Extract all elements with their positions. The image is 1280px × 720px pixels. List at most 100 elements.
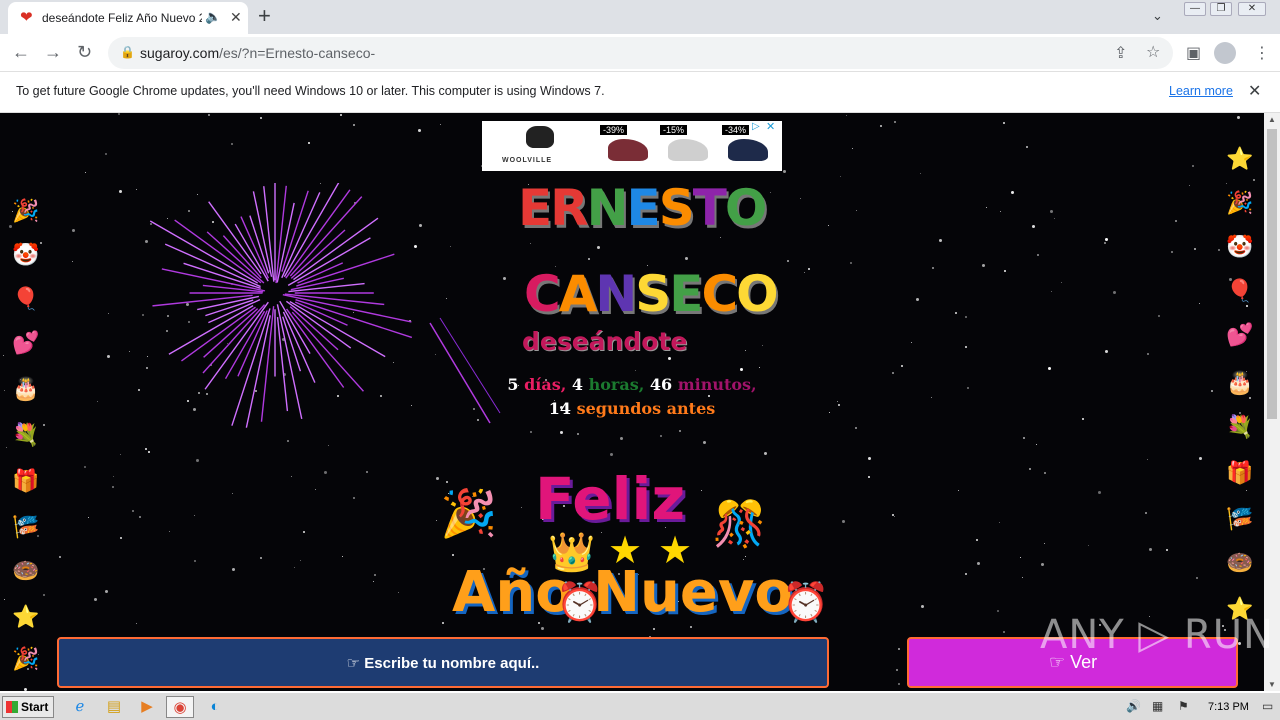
show-desktop-icon[interactable]: ▭	[1262, 699, 1273, 713]
learn-more-link[interactable]: Learn more	[1169, 84, 1233, 98]
scroll-up-icon[interactable]: ▲	[1268, 115, 1276, 124]
star-icon: ⭐	[1226, 146, 1254, 171]
bunting-icon: 🎏	[12, 514, 40, 539]
lock-icon[interactable]: 🔒	[120, 45, 135, 59]
update-infobar: To get future Google Chrome updates, you…	[0, 72, 1280, 113]
balloons-icon: 🎈	[1226, 278, 1254, 303]
party-popper-icon: 🎉	[12, 646, 40, 671]
name-input-label: ☞ Escribe tu nombre aquí..	[346, 655, 540, 672]
windows-taskbar: Start ℯ ▤ ▶ ◉ ◐ 🔊 ▦ ⚑ 7:13 PM ▭	[0, 692, 1280, 720]
windows-logo-icon	[6, 701, 18, 713]
flowers-icon: 💐	[12, 422, 40, 447]
anyrun-watermark: ANY ▷ RUN	[1040, 612, 1274, 658]
browser-toolbar: ← → ↻ 🔒 sugaroy.com/es/?n=Ernesto-cansec…	[0, 34, 1280, 72]
advertisement-banner[interactable]: WOOLVILLE -39% -15% -34% ▷ ✕	[482, 121, 782, 171]
last-name-heading: CANSECO	[524, 265, 779, 323]
seconds-label: segundos antes	[576, 399, 716, 418]
share-icon[interactable]: ⇪	[1114, 43, 1127, 63]
page-scrollbar[interactable]: ▲ ▼	[1264, 113, 1280, 691]
scroll-thumb[interactable]	[1267, 129, 1277, 419]
clock[interactable]: 7:13 PM	[1208, 701, 1249, 713]
days-number: 5	[507, 375, 519, 394]
reload-icon[interactable]: ↻	[77, 42, 92, 62]
side-panel-icon[interactable]: ▣	[1186, 43, 1201, 63]
profile-avatar[interactable]	[1214, 42, 1236, 64]
gift-icon: 🎁	[1226, 460, 1254, 485]
seconds-number: 14	[548, 399, 572, 418]
start-button[interactable]: Start	[2, 696, 54, 718]
hearts-icon: 💕	[1226, 322, 1254, 347]
balloons-icon: 🎈	[12, 286, 40, 311]
firework-burst	[149, 183, 413, 428]
days-label: días,	[524, 375, 567, 394]
infobar-message: To get future Google Chrome updates, you…	[16, 84, 605, 98]
volume-icon[interactable]: 🔊	[1126, 699, 1141, 713]
bookmark-star-icon[interactable]: ☆	[1146, 42, 1160, 62]
chrome-icon[interactable]: ◉	[166, 696, 194, 718]
ad-close-icon[interactable]: ✕	[766, 120, 775, 133]
ad-discount: -39%	[600, 125, 628, 135]
boot-image	[728, 139, 768, 161]
url-text[interactable]: sugaroy.com/es/?n=Ernesto-canseco-	[140, 45, 375, 61]
star-icon: ⭐	[12, 604, 40, 629]
minimize-button[interactable]: —	[1184, 2, 1206, 16]
start-label: Start	[21, 700, 49, 714]
file-explorer-icon[interactable]: ▤	[100, 696, 128, 718]
feliz-heading: Feliz	[535, 465, 686, 533]
ad-discount: -15%	[660, 125, 688, 135]
gift-icon: 🎁	[12, 468, 40, 493]
cake-icon: 🎂	[1226, 370, 1254, 395]
clown-face-icon: 🤡	[12, 242, 40, 267]
slipper-image	[668, 139, 708, 161]
donut-icon: 🍩	[1226, 550, 1254, 575]
ano-nuevo-heading: Año Nuevo	[452, 560, 793, 625]
close-tab-icon[interactable]: ✕	[230, 9, 242, 26]
alarm-clock-icon: ⏰	[782, 582, 830, 624]
bunting-icon: 🎏	[1226, 506, 1254, 531]
sheep-logo-icon	[526, 126, 554, 148]
party-popper-icon: 🎉	[440, 487, 498, 539]
address-bar[interactable]: 🔒 sugaroy.com/es/?n=Ernesto-canseco- ⇪ ☆	[108, 37, 1173, 69]
adchoices-icon[interactable]: ▷	[752, 121, 760, 132]
tab-title: deseándote Feliz Año Nuevo 20	[42, 11, 202, 25]
scroll-down-icon[interactable]: ▼	[1268, 680, 1276, 689]
page-content: WOOLVILLE -39% -15% -34% ▷ ✕ ERNESTO CAN…	[0, 113, 1264, 691]
donut-icon: 🍩	[12, 558, 40, 583]
network-icon[interactable]: ▦	[1152, 699, 1163, 713]
party-popper-icon: 🎉	[1226, 190, 1254, 215]
slipper-image	[608, 139, 648, 161]
hearts-icon: 💕	[12, 330, 40, 355]
tab-search-icon[interactable]: ⌄	[1152, 8, 1163, 24]
hours-number: 4	[571, 375, 584, 394]
heart-icon: ❤	[20, 9, 33, 26]
close-infobar-icon[interactable]: ✕	[1248, 81, 1261, 101]
back-icon[interactable]: ←	[12, 42, 30, 62]
minutes-number: 46	[649, 375, 673, 394]
forward-icon[interactable]: →	[44, 42, 62, 62]
cake-icon: 🎂	[12, 376, 40, 401]
party-popper-icon: 🎉	[12, 198, 40, 223]
wish-text: deseándote	[522, 327, 688, 356]
hours-label: horas,	[588, 375, 645, 394]
internet-explorer-icon[interactable]: ℯ	[66, 696, 94, 718]
alarm-clock-icon: ⏰	[556, 582, 604, 624]
tab-strip: ❤ deseándote Feliz Año Nuevo 20 🔈 ✕ + ⌄ …	[0, 0, 1280, 34]
ad-brand: WOOLVILLE	[502, 157, 553, 164]
first-name-heading: ERNESTO	[518, 179, 767, 237]
name-input-bar[interactable]: ☞ Escribe tu nombre aquí..	[57, 637, 829, 688]
minutes-label: minutos,	[677, 375, 757, 394]
flag-icon[interactable]: ⚑	[1178, 699, 1189, 713]
clown-face-icon: 🤡	[1226, 234, 1254, 259]
flowers-icon: 💐	[1226, 414, 1254, 439]
media-player-icon[interactable]: ▶	[133, 696, 161, 718]
countdown: 5 días, 4 horas, 46 minutos, 14 segundos…	[440, 373, 824, 421]
ad-discount: -34%	[722, 125, 750, 135]
edge-icon[interactable]: ◐	[201, 696, 229, 718]
speaker-icon[interactable]: 🔈	[205, 9, 221, 25]
restore-button[interactable]: ❐	[1210, 2, 1232, 16]
menu-kebab-icon[interactable]: ⋮	[1254, 43, 1270, 63]
party-hat-icon: 🎊	[712, 500, 767, 549]
new-tab-button[interactable]: +	[258, 5, 271, 27]
browser-tab[interactable]: ❤ deseándote Feliz Año Nuevo 20 🔈 ✕	[8, 2, 248, 34]
close-window-button[interactable]: ✕	[1238, 2, 1266, 16]
